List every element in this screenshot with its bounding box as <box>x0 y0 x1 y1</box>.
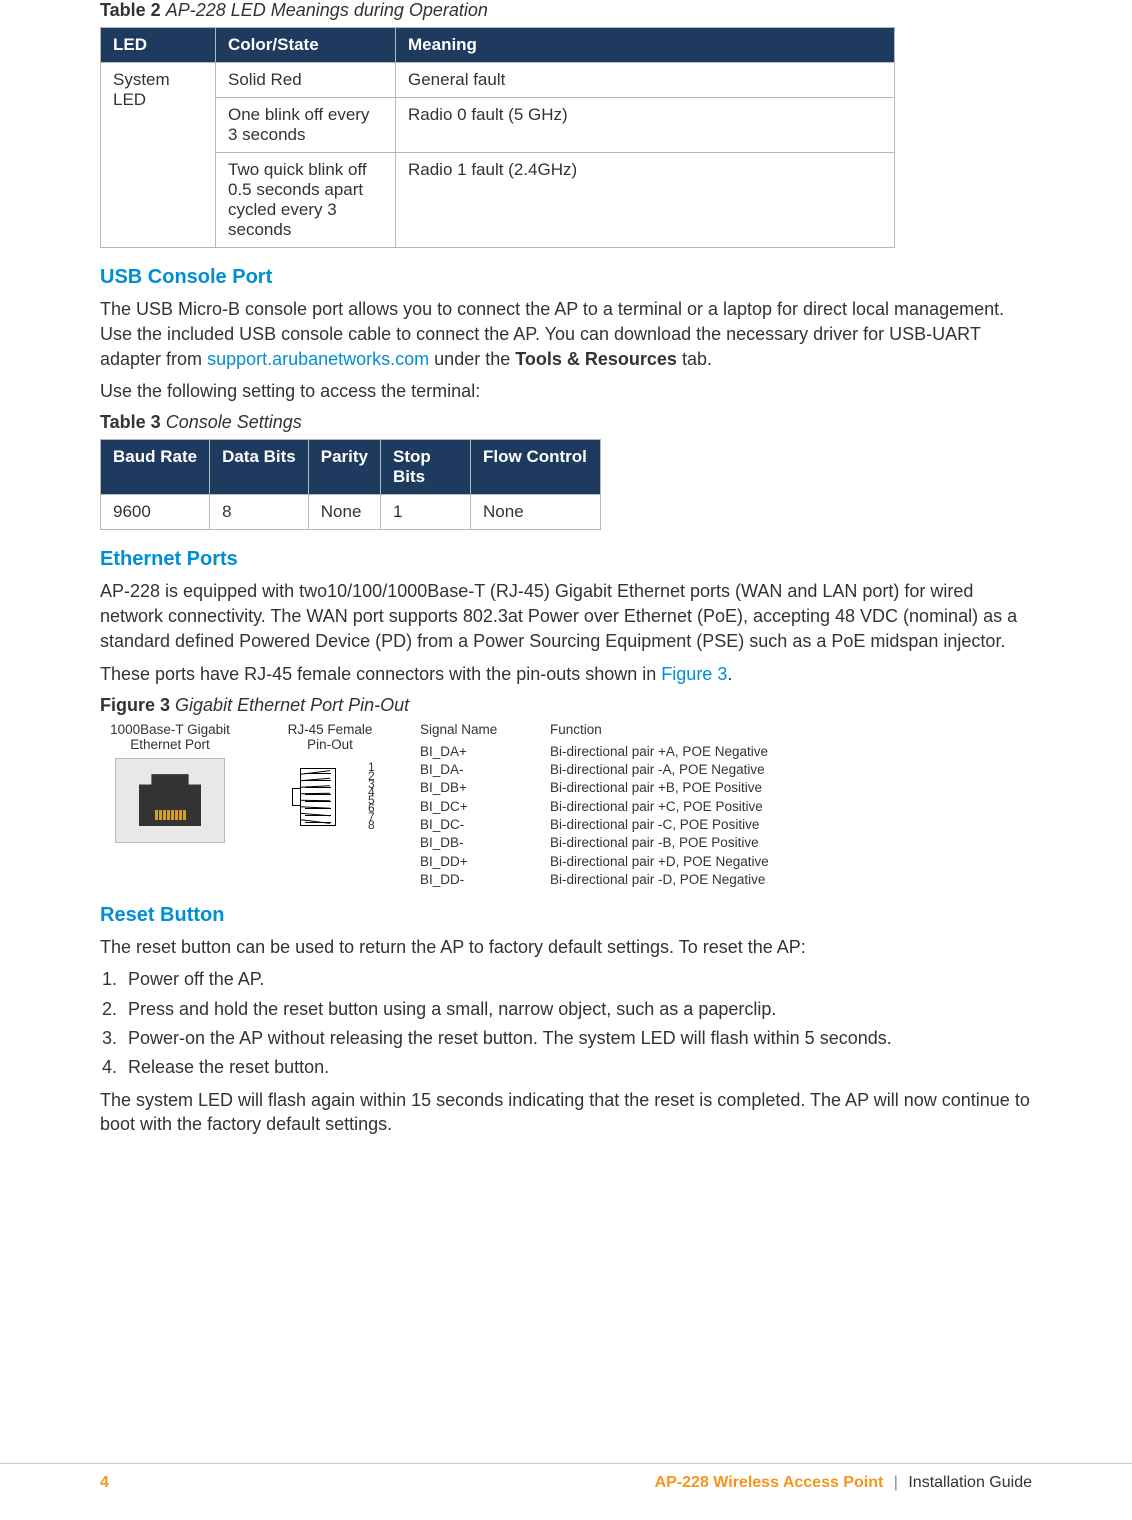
table2-caption: Table 2 AP-228 LED Meanings during Opera… <box>100 0 1032 21</box>
table3-c3: 1 <box>381 495 471 530</box>
table2-r1-state: One blink off every 3 seconds <box>216 98 396 153</box>
heading-reset: Reset Button <box>100 904 1032 927</box>
function-item: Bi-directional pair +A, POE Negative <box>550 743 769 761</box>
eth-para2: These ports have RJ-45 female connectors… <box>100 662 1032 687</box>
table2-r2-state: Two quick blink off 0.5 seconds apart cy… <box>216 153 396 248</box>
table-row: Two quick blink off 0.5 seconds apart cy… <box>101 153 895 248</box>
function-item: Bi-directional pair -D, POE Negative <box>550 871 769 889</box>
figure3-diagram: 1000Base-T Gigabit Ethernet Port RJ-45 F… <box>100 722 1032 890</box>
eth-para2-a: These ports have RJ-45 female connectors… <box>100 664 661 684</box>
figure3-title: Gigabit Ethernet Port Pin-Out <box>175 695 409 715</box>
function-list: Bi-directional pair +A, POE NegativeBi-d… <box>550 743 769 890</box>
table2-title: AP-228 LED Meanings during Operation <box>166 0 488 20</box>
signal-name-item: BI_DA- <box>420 761 468 779</box>
footer-sep: | <box>894 1474 898 1491</box>
link-support[interactable]: support.arubanetworks.com <box>207 349 429 369</box>
reset-outro: The system LED will flash again within 1… <box>100 1088 1032 1138</box>
table3-h3: Stop Bits <box>381 440 471 495</box>
footer-doc: Installation Guide <box>908 1474 1032 1491</box>
table3-title: Console Settings <box>166 412 302 432</box>
function-item: Bi-directional pair -A, POE Negative <box>550 761 769 779</box>
table3-h2: Parity <box>308 440 380 495</box>
figure3-col4-head: Function <box>550 722 602 737</box>
figure3-col3-head: Signal Name <box>420 722 497 737</box>
table3-c2: None <box>308 495 380 530</box>
table2-r1-meaning: Radio 0 fault (5 GHz) <box>396 98 895 153</box>
signal-name-item: BI_DD- <box>420 871 468 889</box>
signal-name-item: BI_DB- <box>420 834 468 852</box>
table2-number: Table 2 <box>100 0 161 20</box>
table3: Baud Rate Data Bits Parity Stop Bits Flo… <box>100 439 601 530</box>
page-footer: 4 AP-228 Wireless Access Point | Install… <box>0 1463 1132 1492</box>
table3-c4: None <box>471 495 601 530</box>
figure3-col1-head: 1000Base-T Gigabit Ethernet Port <box>110 722 230 752</box>
pin-number: 8 <box>368 818 375 832</box>
reset-step: Power off the AP. <box>122 967 1032 991</box>
table2-r2-meaning: Radio 1 fault (2.4GHz) <box>396 153 895 248</box>
table2: LED Color/State Meaning System LED Solid… <box>100 27 895 248</box>
table3-c0: 9600 <box>101 495 210 530</box>
table3-number: Table 3 <box>100 412 161 432</box>
signal-name-item: BI_DC+ <box>420 798 468 816</box>
signal-name-item: BI_DD+ <box>420 853 468 871</box>
reset-intro: The reset button can be used to return t… <box>100 935 1032 960</box>
reset-step: Power-on the AP without releasing the re… <box>122 1026 1032 1050</box>
reset-step: Release the reset button. <box>122 1055 1032 1079</box>
figure3-caption: Figure 3 Gigabit Ethernet Port Pin-Out <box>100 695 1032 716</box>
function-item: Bi-directional pair -B, POE Positive <box>550 834 769 852</box>
usb-para1-c: tab. <box>677 349 712 369</box>
eth-para2-b: . <box>727 664 732 684</box>
signal-name-item: BI_DC- <box>420 816 468 834</box>
usb-para1: The USB Micro-B console port allows you … <box>100 297 1032 371</box>
heading-ethernet: Ethernet Ports <box>100 548 1032 571</box>
table3-caption: Table 3 Console Settings <box>100 412 1032 433</box>
table2-h0: LED <box>101 28 216 63</box>
signal-name-item: BI_DA+ <box>420 743 468 761</box>
rj45-port-icon <box>115 758 225 843</box>
function-item: Bi-directional pair +D, POE Negative <box>550 853 769 871</box>
table3-c1: 8 <box>210 495 309 530</box>
function-item: Bi-directional pair +C, POE Positive <box>550 798 769 816</box>
reset-step: Press and hold the reset button using a … <box>122 997 1032 1021</box>
table-row: One blink off every 3 seconds Radio 0 fa… <box>101 98 895 153</box>
table3-h4: Flow Control <box>471 440 601 495</box>
function-item: Bi-directional pair -C, POE Positive <box>550 816 769 834</box>
table2-r0-state: Solid Red <box>216 63 396 98</box>
usb-para1-bold: Tools & Resources <box>515 349 677 369</box>
function-item: Bi-directional pair +B, POE Positive <box>550 779 769 797</box>
rj45-pinout-icon: 12345678 <box>300 758 360 830</box>
usb-para1-b: under the <box>429 349 515 369</box>
table2-r0-meaning: General fault <box>396 63 895 98</box>
signal-name-list: BI_DA+BI_DA-BI_DB+BI_DC+BI_DC-BI_DB-BI_D… <box>420 743 468 890</box>
footer-product: AP-228 Wireless Access Point <box>655 1474 884 1491</box>
link-figure3[interactable]: Figure 3 <box>661 664 727 684</box>
table3-h0: Baud Rate <box>101 440 210 495</box>
heading-usb: USB Console Port <box>100 266 1032 289</box>
table-row: 9600 8 None 1 None <box>101 495 601 530</box>
reset-steps-list: Power off the AP. Press and hold the rese… <box>122 967 1032 1079</box>
table2-h1: Color/State <box>216 28 396 63</box>
signal-name-item: BI_DB+ <box>420 779 468 797</box>
table-row: System LED Solid Red General fault <box>101 63 895 98</box>
page-number: 4 <box>100 1474 109 1492</box>
usb-para2: Use the following setting to access the … <box>100 379 1032 404</box>
figure3-col2-head: RJ-45 Female Pin-Out <box>288 722 373 752</box>
figure3-number: Figure 3 <box>100 695 170 715</box>
table2-led: System LED <box>101 63 216 248</box>
table2-h2: Meaning <box>396 28 895 63</box>
table3-h1: Data Bits <box>210 440 309 495</box>
eth-para1: AP-228 is equipped with two10/100/1000Ba… <box>100 579 1032 653</box>
